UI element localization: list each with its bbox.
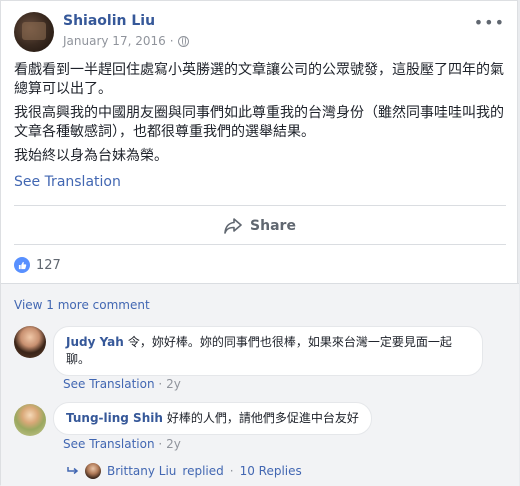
commenter-name[interactable]: Tung-ling Shih	[66, 411, 163, 425]
post-date[interactable]: January 17, 2016	[63, 34, 166, 48]
meta-separator: ·	[158, 437, 163, 451]
see-translation-link[interactable]: See Translation	[63, 377, 155, 391]
commenter-name[interactable]: Judy Yah	[66, 335, 124, 349]
post-meta: January 17, 2016 ·	[63, 34, 189, 48]
post-body: 看戲看到一半趕回住處寫小英勝選的文章讓公司的公眾號發，這股壓了四年的氣總算可以出…	[14, 61, 510, 171]
comment-text: 好棒的人們，請他們多促進中台友好	[166, 411, 359, 425]
globe-icon[interactable]	[177, 35, 189, 47]
post-paragraph: 我很高興我的中國朋友圈與同事們如此尊重我的台灣身份（雖然同事哇哇叫我的文章各種敏…	[14, 105, 504, 140]
post-author-name[interactable]: Shiaolin Liu	[63, 13, 155, 29]
commenter-avatar[interactable]	[14, 326, 46, 358]
divider	[14, 244, 506, 245]
author-avatar[interactable]	[14, 12, 54, 52]
comment-bubble: Judy Yah 令，妳好棒。妳的同事們也很棒，如果來台灣一定要見面一起聊。	[53, 326, 483, 376]
meta-separator: ·	[229, 464, 234, 478]
like-icon	[14, 257, 30, 273]
comment-bubble: Tung-ling Shih 好棒的人們，請他們多促進中台友好	[53, 402, 372, 435]
see-translation-link[interactable]: See Translation	[63, 437, 155, 451]
share-button[interactable]: Share	[1, 209, 519, 243]
commenter-avatar[interactable]	[14, 404, 46, 436]
post-card: Shiaolin Liu January 17, 2016 · ••• 看戲看到…	[0, 0, 519, 486]
divider	[14, 205, 506, 206]
view-more-comments-link[interactable]: View 1 more comment	[14, 298, 150, 312]
reply-avatar	[85, 463, 101, 479]
post-paragraph: 我始終以身為台妹為榮。	[14, 148, 168, 164]
comment-age[interactable]: 2y	[166, 377, 181, 391]
reply-count: 10 Replies	[239, 464, 302, 478]
reactions-summary[interactable]: 127	[14, 257, 61, 273]
reply-author: Brittany Liu	[107, 464, 177, 478]
comment-age[interactable]: 2y	[166, 437, 181, 451]
reply-arrow-icon	[67, 467, 79, 475]
see-translation-link[interactable]: See Translation	[14, 174, 121, 190]
comments-section: View 1 more comment Judy Yah 令，妳好棒。妳的同事們也…	[1, 283, 519, 486]
reaction-count: 127	[36, 257, 61, 273]
share-icon	[224, 218, 242, 234]
replies-link[interactable]: Brittany Liu replied · 10 Replies	[67, 463, 302, 479]
meta-separator: ·	[158, 377, 163, 391]
meta-separator: ·	[169, 34, 174, 48]
reply-action: replied	[182, 464, 224, 478]
comment-meta: See Translation · 2y	[63, 377, 181, 391]
more-dots-icon[interactable]: •••	[474, 13, 505, 32]
post-paragraph: 看戲看到一半趕回住處寫小英勝選的文章讓公司的公眾號發，這股壓了四年的氣總算可以出…	[14, 62, 504, 97]
comment-meta: See Translation · 2y	[63, 437, 181, 451]
share-label: Share	[250, 218, 296, 234]
